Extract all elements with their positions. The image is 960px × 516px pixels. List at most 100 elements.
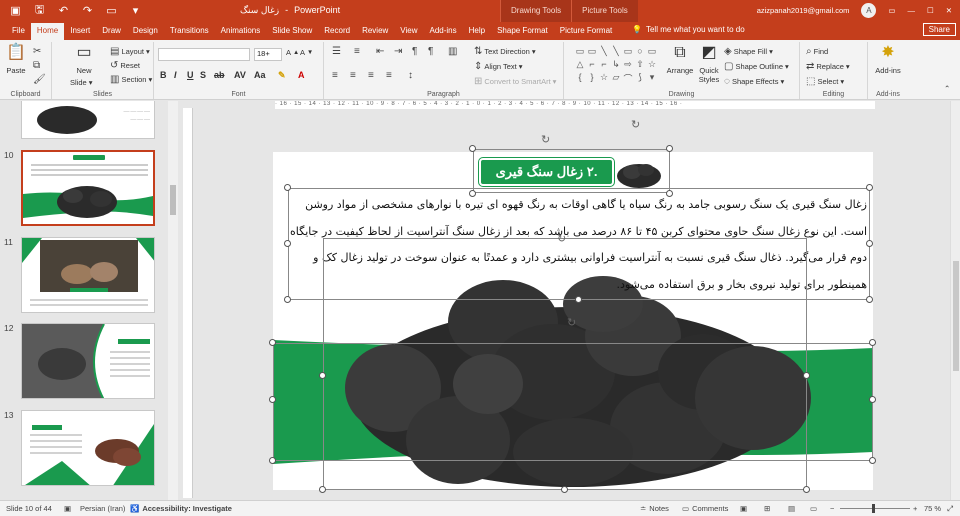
resize-handle[interactable] (666, 145, 673, 152)
align-left-icon[interactable]: ≡ (332, 70, 338, 81)
spellcheck-icon[interactable]: ▣ (64, 504, 71, 513)
align-center-icon[interactable]: ≡ (350, 70, 356, 81)
tell-me-search[interactable]: 💡 Tell me what you want to do (632, 25, 745, 34)
columns-icon[interactable]: ▥ (448, 46, 457, 57)
resize-handle[interactable] (284, 184, 291, 191)
decrease-font-icon[interactable]: A ▼ (300, 48, 313, 57)
section-button[interactable]: ▥ Section ▾ (110, 74, 152, 85)
autosave-icon[interactable]: ▣ (8, 3, 23, 18)
resize-handle[interactable] (561, 486, 568, 493)
resize-handle[interactable] (284, 296, 291, 303)
tab-animations[interactable]: Animations (215, 23, 267, 40)
quick-styles-button[interactable]: ◩ Quick Styles (696, 45, 722, 85)
replace-button[interactable]: ⇄ Replace ▾ (806, 61, 850, 72)
picture-selection-box[interactable] (323, 238, 807, 490)
ribbon-display-icon[interactable]: ▭ (888, 6, 895, 15)
rotate-handle-icon[interactable]: ↻ (631, 118, 640, 131)
resize-handle[interactable] (575, 296, 582, 303)
select-button[interactable]: ⬚ Select ▾ (806, 76, 844, 87)
layout-button[interactable]: ▤ Layout ▾ (110, 46, 150, 57)
line-spacing-icon[interactable]: ↕ (408, 70, 413, 81)
tab-record[interactable]: Record (318, 23, 356, 40)
new-slide-button[interactable]: ▭ New (72, 45, 96, 76)
rotate-handle-icon[interactable]: ↻ (567, 316, 576, 329)
tab-insert[interactable]: Insert (64, 23, 96, 40)
resize-handle[interactable] (284, 240, 291, 247)
language-indicator[interactable]: Persian (Iran) (80, 504, 125, 513)
resize-handle[interactable] (803, 486, 810, 493)
zoom-slider[interactable] (840, 504, 910, 513)
tab-review[interactable]: Review (356, 23, 394, 40)
zoom-out-icon[interactable]: − (830, 504, 834, 513)
resize-handle[interactable] (869, 396, 876, 403)
convert-smartart-button[interactable]: ⊞ Convert to SmartArt ▾ (474, 76, 556, 87)
increase-font-icon[interactable]: A ▲ (286, 48, 299, 57)
resize-handle[interactable] (319, 372, 326, 379)
fit-slide-icon[interactable]: ⤢ (947, 504, 953, 514)
title-selection-box[interactable] (473, 149, 670, 193)
tab-view[interactable]: View (394, 23, 423, 40)
tab-add-ins[interactable]: Add-ins (424, 23, 463, 40)
rotate-handle-icon[interactable]: ↻ (557, 232, 566, 245)
avatar[interactable]: A (861, 3, 877, 18)
slideshow-icon[interactable]: ▭ (810, 504, 817, 513)
tab-shape-format[interactable]: Shape Format (491, 23, 554, 40)
zoom-in-icon[interactable]: + (913, 504, 917, 513)
close-icon[interactable]: ✕ (946, 6, 952, 15)
font-name-input[interactable] (158, 48, 250, 61)
format-painter-icon[interactable]: 🖌 (33, 74, 46, 85)
shape-effects-button[interactable]: ◌ Shape Effects ▾ (724, 76, 784, 87)
customize-qat-icon[interactable]: ▾ (128, 3, 143, 18)
underline-button[interactable]: U (187, 70, 194, 80)
resize-handle[interactable] (866, 240, 873, 247)
strikethrough-button[interactable]: ab (214, 70, 225, 80)
notes-button[interactable]: ≐ Notes (640, 504, 669, 513)
find-button[interactable]: ⌕ Find (806, 46, 828, 57)
add-ins-button[interactable]: ✸ Add-ins (872, 45, 904, 76)
undo-icon[interactable]: ↶ (56, 3, 71, 18)
shape-outline-button[interactable]: ▢ Shape Outline ▾ (724, 61, 789, 72)
share-button[interactable]: Share (922, 23, 956, 36)
zoom-level[interactable]: 75 % (924, 504, 941, 513)
resize-handle[interactable] (869, 457, 876, 464)
resize-handle[interactable] (319, 486, 326, 493)
slide-thumbnail-12[interactable] (21, 323, 155, 399)
cut-icon[interactable]: ✂ (33, 46, 41, 57)
slide-thumbnail-11[interactable] (21, 237, 155, 313)
reading-view-icon[interactable]: ▤ (788, 504, 795, 513)
tab-draw[interactable]: Draw (96, 23, 127, 40)
resize-handle[interactable] (269, 396, 276, 403)
highlight-icon[interactable]: ✎ (278, 70, 286, 81)
canvas-scrollbar[interactable] (950, 101, 960, 500)
resize-handle[interactable] (469, 145, 476, 152)
tab-home[interactable]: Home (30, 23, 65, 40)
align-text-button[interactable]: ⇕ Align Text ▾ (474, 61, 523, 72)
thumbnails-scroll-thumb[interactable] (170, 185, 176, 215)
shapes-gallery[interactable]: ▭ ▭ ╲ ╲ ▭ ○ ▭ △ ⌐ ⌐ ↳ ⇨ ⇧ ☆ {} ☆ ▱ ⌒ ⟆ ▾ (574, 46, 664, 86)
copy-icon[interactable]: ⧉ (33, 60, 40, 71)
tab-file[interactable]: File (6, 23, 31, 40)
minimize-icon[interactable]: — (907, 6, 915, 15)
shape-fill-button[interactable]: ◈ Shape Fill ▾ (724, 46, 773, 57)
tab-picture-format[interactable]: Picture Format (554, 23, 618, 40)
comments-button[interactable]: ▭ Comments (682, 504, 728, 513)
slide-thumbnail-13[interactable] (21, 410, 155, 486)
maximize-icon[interactable]: ☐ (927, 6, 934, 15)
tab-slide-show[interactable]: Slide Show (266, 23, 318, 40)
bullets-icon[interactable]: ☰ (332, 46, 341, 57)
resize-handle[interactable] (866, 184, 873, 191)
resize-handle[interactable] (269, 457, 276, 464)
reset-button[interactable]: ↺ Reset (110, 60, 140, 71)
zoom-slider-thumb[interactable] (872, 504, 875, 513)
font-size-input[interactable]: 18+ (254, 48, 282, 61)
thumbnails-scrollbar[interactable] (168, 101, 178, 500)
redo-icon[interactable]: ↷ (80, 3, 95, 18)
collapse-ribbon-icon[interactable]: ⌃ (944, 84, 950, 93)
accessibility-status[interactable]: ♿ Accessibility: Investigate (130, 504, 232, 513)
slide-thumbnail-9[interactable]: —— —— —— —— —— —— —— (21, 101, 155, 139)
char-spacing-button[interactable]: AV (234, 70, 246, 80)
rtl-icon[interactable]: ¶ (428, 46, 433, 57)
save-icon[interactable]: 🖫 (32, 3, 47, 18)
tab-design[interactable]: Design (127, 23, 164, 40)
increase-indent-icon[interactable]: ⇥ (394, 46, 402, 57)
